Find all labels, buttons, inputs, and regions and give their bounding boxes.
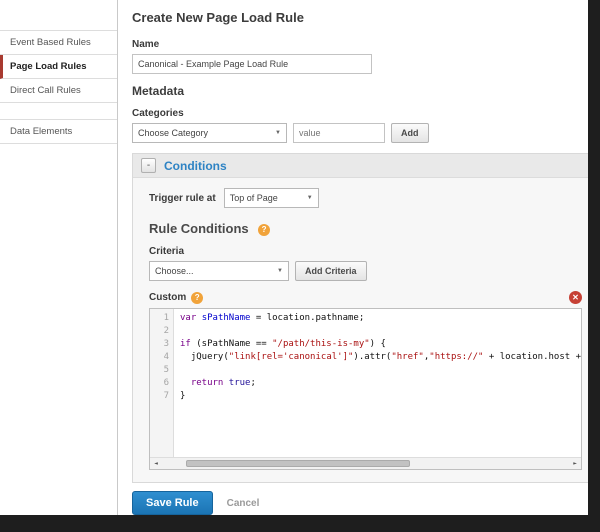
sidebar-item-data-elements[interactable]: Data Elements — [0, 120, 117, 144]
custom-label: Custom — [149, 292, 187, 303]
criteria-select[interactable]: Choose... ▼ — [149, 261, 289, 281]
data-elements-nav-group: Data Elements — [0, 119, 117, 144]
category-value-input[interactable] — [293, 123, 385, 143]
rule-conditions-heading: Rule Conditions — [149, 221, 249, 236]
chevron-down-icon: ▼ — [275, 130, 281, 136]
scroll-left-icon[interactable]: ◄ — [150, 460, 162, 467]
app-panel: Event Based Rules Page Load Rules Direct… — [0, 0, 588, 515]
trigger-row: Trigger rule at Top of Page ▼ — [149, 188, 582, 208]
custom-criteria-header-row: Custom ? ✕ — [149, 291, 583, 304]
criteria-select-value: Choose... — [155, 266, 194, 276]
conditions-panel: - Conditions Trigger rule at Top of Page… — [132, 153, 588, 483]
delete-criteria-icon[interactable]: ✕ — [569, 291, 583, 304]
rules-nav-group: Event Based Rules Page Load Rules Direct… — [0, 30, 117, 103]
window-frame: Event Based Rules Page Load Rules Direct… — [0, 0, 600, 532]
editor-code[interactable]: var sPathName = location.pathname; if (sP… — [174, 309, 581, 469]
scrollbar-track[interactable] — [162, 458, 569, 469]
sidebar-item-event-based-rules[interactable]: Event Based Rules — [0, 31, 117, 55]
conditions-title: Conditions — [164, 158, 227, 173]
criteria-row: Choose... ▼ Add Criteria — [149, 261, 582, 281]
categories-label: Categories — [132, 108, 184, 119]
page-title: Create New Page Load Rule — [132, 10, 304, 25]
trigger-select-value: Top of Page — [229, 193, 278, 203]
trigger-select[interactable]: Top of Page ▼ — [223, 188, 319, 208]
rule-conditions-heading-row: Rule Conditions ? — [149, 220, 582, 238]
categories-row: Choose Category ▼ Add — [132, 123, 588, 143]
collapse-conditions-button[interactable]: - — [141, 158, 156, 173]
form-actions: Save Rule Cancel — [132, 491, 588, 515]
category-select[interactable]: Choose Category ▼ — [132, 123, 287, 143]
save-rule-button[interactable]: Save Rule — [132, 491, 213, 515]
help-icon[interactable]: ? — [191, 291, 204, 304]
sidebar-item-page-load-rules[interactable]: Page Load Rules — [0, 55, 117, 79]
metadata-heading: Metadata — [132, 84, 185, 98]
sidebar: Event Based Rules Page Load Rules Direct… — [0, 0, 118, 515]
rule-name-input[interactable] — [132, 54, 372, 74]
scroll-right-icon[interactable]: ► — [569, 460, 581, 467]
chevron-down-icon: ▼ — [277, 268, 283, 274]
editor-horizontal-scrollbar[interactable]: ◄ ► — [150, 457, 582, 469]
code-editor[interactable]: 1234567 var sPathName = location.pathnam… — [149, 308, 583, 470]
main-content: Create New Page Load Rule Name Metadata … — [118, 0, 588, 515]
help-icon[interactable]: ? — [258, 224, 271, 236]
scrollbar-thumb[interactable] — [186, 460, 411, 467]
add-category-button[interactable]: Add — [391, 123, 429, 143]
add-criteria-button[interactable]: Add Criteria — [295, 261, 367, 281]
cancel-link[interactable]: Cancel — [227, 498, 260, 509]
name-label: Name — [132, 39, 160, 50]
chevron-down-icon: ▼ — [306, 195, 313, 201]
conditions-panel-body: Trigger rule at Top of Page ▼ Rule Condi… — [133, 178, 588, 482]
category-select-value: Choose Category — [138, 128, 209, 138]
criteria-label: Criteria — [149, 246, 185, 257]
conditions-panel-header: - Conditions — [133, 154, 588, 178]
trigger-rule-at-label: Trigger rule at — [149, 192, 216, 204]
sidebar-item-direct-call-rules[interactable]: Direct Call Rules — [0, 79, 117, 103]
editor-gutter: 1234567 — [150, 309, 174, 469]
